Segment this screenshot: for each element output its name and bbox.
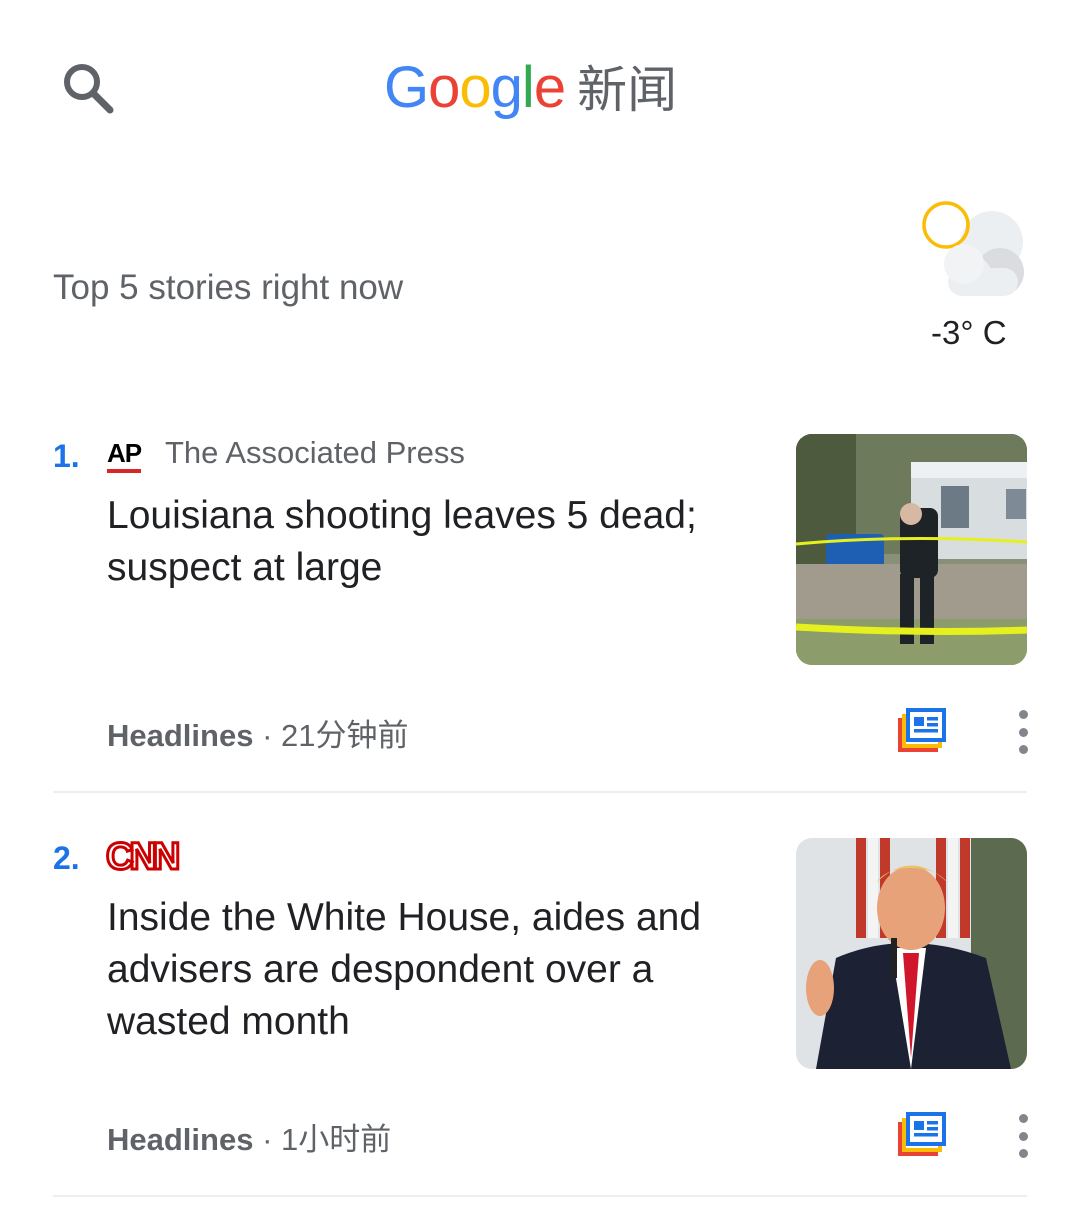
full-coverage-icon bbox=[898, 708, 946, 752]
ap-logo-text: AP bbox=[107, 438, 142, 473]
story-card-1[interactable]: 1. AP The Associated Press Louisiana sho… bbox=[0, 420, 1080, 790]
story-menu-button[interactable] bbox=[1013, 710, 1033, 754]
story-card-2[interactable]: 2. CNN Inside the White House, aides and… bbox=[0, 824, 1080, 1194]
more-vert-dot bbox=[1018, 1131, 1028, 1141]
full-coverage-button[interactable] bbox=[898, 708, 948, 752]
meta-separator: · bbox=[253, 718, 282, 753]
weather-temperature: -3° C bbox=[931, 314, 1007, 351]
story-time: 21分钟前 bbox=[281, 718, 409, 753]
full-coverage-button[interactable] bbox=[898, 1112, 948, 1156]
cnn-logo: CNN bbox=[105, 835, 184, 880]
svg-text:CNN: CNN bbox=[106, 836, 178, 876]
story-rank: 2. bbox=[53, 840, 80, 876]
logo-letter-l: l bbox=[521, 55, 535, 120]
story-thumbnail[interactable] bbox=[796, 838, 1027, 1069]
section-title: Top 5 stories right now bbox=[53, 268, 404, 307]
story-thumbnail[interactable] bbox=[796, 434, 1027, 665]
logo-letter-g2: g bbox=[490, 55, 523, 120]
story-meta: Headlines · 21分钟前 bbox=[107, 710, 409, 755]
source-logo-ap: AP bbox=[107, 438, 142, 473]
story-rank: 1. bbox=[53, 438, 80, 474]
story-headline[interactable]: Inside the White House, aides and advise… bbox=[107, 892, 777, 1048]
logo-letter-g: G bbox=[384, 55, 429, 120]
story-menu-button[interactable] bbox=[1013, 1114, 1033, 1158]
press-briefing-photo bbox=[796, 838, 1027, 1069]
logo-letter-o2: o bbox=[459, 55, 491, 120]
story-divider bbox=[53, 791, 1027, 793]
more-vert-icon bbox=[1018, 710, 1028, 719]
partly-cloudy-icon bbox=[922, 201, 1024, 296]
full-coverage-icon bbox=[898, 1112, 946, 1156]
more-vert-dot bbox=[1018, 727, 1028, 737]
story-category[interactable]: Headlines bbox=[107, 1122, 253, 1157]
story-category[interactable]: Headlines bbox=[107, 718, 253, 753]
source-name: The Associated Press bbox=[165, 435, 465, 470]
story-meta: Headlines · 1小时前 bbox=[107, 1114, 391, 1159]
story-divider bbox=[53, 1195, 1027, 1197]
crime-scene-photo bbox=[796, 434, 1027, 665]
logo-letter-e: e bbox=[533, 55, 566, 120]
search-button[interactable] bbox=[58, 58, 118, 118]
google-news-logo: Google 新闻 bbox=[384, 50, 677, 120]
more-vert-dot bbox=[1018, 745, 1028, 754]
story-time: 1小时前 bbox=[281, 1122, 392, 1157]
more-vert-icon bbox=[1018, 1114, 1028, 1123]
more-vert-dot bbox=[1018, 1149, 1028, 1158]
source-logo-cnn: CNN bbox=[105, 835, 186, 881]
story-headline[interactable]: Louisiana shooting leaves 5 dead; suspec… bbox=[107, 490, 777, 594]
meta-separator: · bbox=[253, 1122, 282, 1157]
logo-suffix: 新闻 bbox=[577, 61, 678, 119]
logo-letter-o1: o bbox=[428, 55, 460, 120]
weather-widget[interactable] bbox=[918, 198, 1026, 302]
search-icon bbox=[64, 64, 114, 114]
